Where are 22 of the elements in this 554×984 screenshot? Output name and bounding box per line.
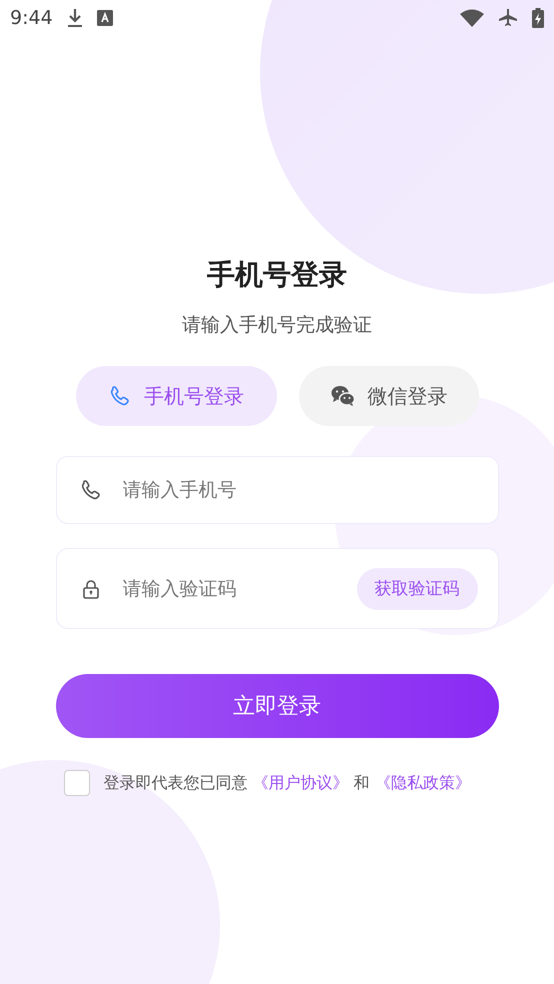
login-tab[interactable]: 手机号登录 [76,366,276,426]
get-code-button[interactable]: 获取验证码 [356,568,478,610]
login-tab[interactable]: 微信登录 [298,366,478,426]
airplane-icon [498,8,518,28]
input-field[interactable]: 请输入手机号 [120,478,478,502]
input-box[interactable]: 请输入验证码 获取验证码 [56,548,498,629]
download-icon [66,8,83,28]
policy-link[interactable]: 《用户协议》 [252,772,349,792]
agreement-checkbox[interactable] [64,770,90,796]
policy-link[interactable]: 《隐私政策》 [374,772,471,792]
wifi-icon [460,9,484,27]
page-title: 手机号登录 [207,257,347,293]
agreement-text: 登录即代表您已同意 《用户协议》 和 《隐私政策》 [104,772,471,794]
page-subtitle: 请输入手机号完成验证 [182,313,372,338]
keyboard-app-icon [96,10,113,26]
input-field[interactable]: 请输入验证码 [120,576,338,600]
chat-bubbles-icon [330,384,356,408]
input-box[interactable]: 请输入手机号 [56,456,498,524]
status-time: 9:44 [10,7,53,29]
battery-charging-icon [532,8,544,28]
login-button[interactable]: 立即登录 [56,674,498,738]
phone-icon [108,384,132,408]
